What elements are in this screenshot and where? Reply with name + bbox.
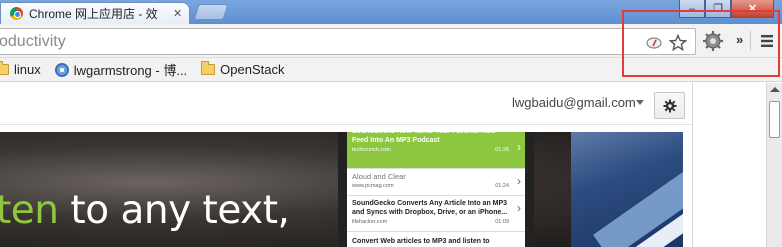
feed-time: 01:09 bbox=[495, 219, 509, 225]
page-content: lwgbaidu@gmail.com ten to any text, Soun… bbox=[0, 83, 770, 247]
hero-headline: ten to any text, bbox=[0, 188, 290, 233]
minimize-button[interactable]: – bbox=[679, 0, 705, 18]
feed-item: SoundGecko Now Turns Your Favorite RSS F… bbox=[347, 132, 525, 169]
gear-icon bbox=[663, 99, 676, 112]
folder-icon bbox=[0, 61, 9, 75]
promo-image bbox=[571, 132, 683, 247]
chevron-right-icon: › bbox=[517, 140, 521, 154]
scroll-up-icon[interactable] bbox=[770, 87, 780, 92]
bookmark-label: lwgarmstrong - 博... bbox=[73, 63, 188, 78]
feed-title: Aloud and Clear bbox=[352, 172, 406, 181]
new-tab-button[interactable] bbox=[193, 4, 229, 20]
hero-text-white: to any text, bbox=[58, 188, 290, 233]
chevron-down-icon[interactable] bbox=[636, 100, 644, 105]
feed-item: Aloud and Clear www.pcmag.com 01:24 › bbox=[347, 169, 525, 196]
toolbar-divider bbox=[750, 31, 751, 51]
hero-text-green: ten bbox=[0, 188, 59, 233]
bookmark-openstack[interactable]: OpenStack bbox=[201, 58, 285, 82]
star-icon[interactable] bbox=[669, 34, 687, 52]
scrollbar[interactable] bbox=[766, 83, 782, 247]
chrome-favicon-icon bbox=[10, 7, 23, 20]
title-bar: Chrome 网上应用店 - 效 ✕ – ❐ ✕ bbox=[0, 0, 782, 24]
feed-source: lifehacker.com bbox=[352, 219, 388, 225]
settings-button[interactable] bbox=[654, 92, 685, 119]
extension-icon[interactable] bbox=[645, 34, 663, 52]
feed-source: www.pcmag.com bbox=[352, 183, 394, 189]
tab-title: Chrome 网上应用店 - 效 bbox=[29, 7, 158, 21]
globe-icon bbox=[54, 62, 69, 77]
hero-banner: ten to any text, SoundGecko Now Turns Yo… bbox=[0, 132, 683, 247]
feed-title: Convert Web articles to MP3 and listen t… bbox=[352, 238, 490, 245]
chevron-right-icon: › bbox=[517, 174, 521, 188]
window-controls: – ❐ ✕ bbox=[679, 0, 774, 18]
folder-icon bbox=[201, 61, 216, 75]
phone-mockup: SoundGecko Now Turns Your Favorite RSS F… bbox=[338, 132, 534, 247]
bookmark-lwgarmstrong[interactable]: lwgarmstrong - 博... bbox=[54, 58, 188, 82]
divider bbox=[692, 83, 693, 247]
feed-title: SoundGecko Converts Any Article Into an … bbox=[352, 200, 508, 216]
phone-screen: SoundGecko Now Turns Your Favorite RSS F… bbox=[347, 132, 525, 247]
feed-time: 01:26 bbox=[495, 147, 509, 153]
puzzle-gear-icon[interactable] bbox=[702, 30, 724, 57]
menu-icon[interactable] bbox=[760, 34, 774, 53]
feed-item: Convert Web articles to MP3 and listen t… bbox=[347, 234, 525, 247]
omnibox-text: oductivity bbox=[0, 33, 66, 50]
browser-tab[interactable]: Chrome 网上应用店 - 效 ✕ bbox=[0, 2, 190, 24]
feed-source: techcrunch.com bbox=[352, 147, 391, 153]
chevron-right-icon: › bbox=[517, 201, 521, 215]
feed-meta: lifehacker.com 01:09 bbox=[352, 219, 509, 225]
tab-close-icon[interactable]: ✕ bbox=[173, 7, 182, 20]
feed-item: SoundGecko Converts Any Article Into an … bbox=[347, 196, 525, 232]
bookmarks-bar: linux lwgarmstrong - 博... OpenStack bbox=[0, 58, 782, 82]
bookmark-label: linux bbox=[14, 62, 41, 77]
feed-meta: www.pcmag.com 01:24 bbox=[352, 183, 509, 189]
close-button[interactable]: ✕ bbox=[731, 0, 774, 18]
maximize-button[interactable]: ❐ bbox=[705, 0, 731, 18]
browser-toolbar: oductivity » bbox=[0, 24, 782, 58]
feed-time: 01:24 bbox=[495, 183, 509, 189]
overflow-icon[interactable]: » bbox=[736, 32, 743, 47]
scroll-thumb[interactable] bbox=[769, 101, 780, 138]
extension-area: » bbox=[700, 30, 780, 57]
feed-title: SoundGecko Now Turns Your Favorite RSS F… bbox=[352, 132, 496, 144]
bookmark-linux[interactable]: linux bbox=[0, 58, 41, 82]
feed-meta: techcrunch.com 01:26 bbox=[352, 147, 509, 153]
account-header: lwgbaidu@gmail.com bbox=[0, 83, 693, 125]
bookmark-label: OpenStack bbox=[220, 62, 285, 77]
account-email[interactable]: lwgbaidu@gmail.com bbox=[512, 95, 636, 110]
omnibox[interactable]: oductivity bbox=[0, 28, 696, 55]
